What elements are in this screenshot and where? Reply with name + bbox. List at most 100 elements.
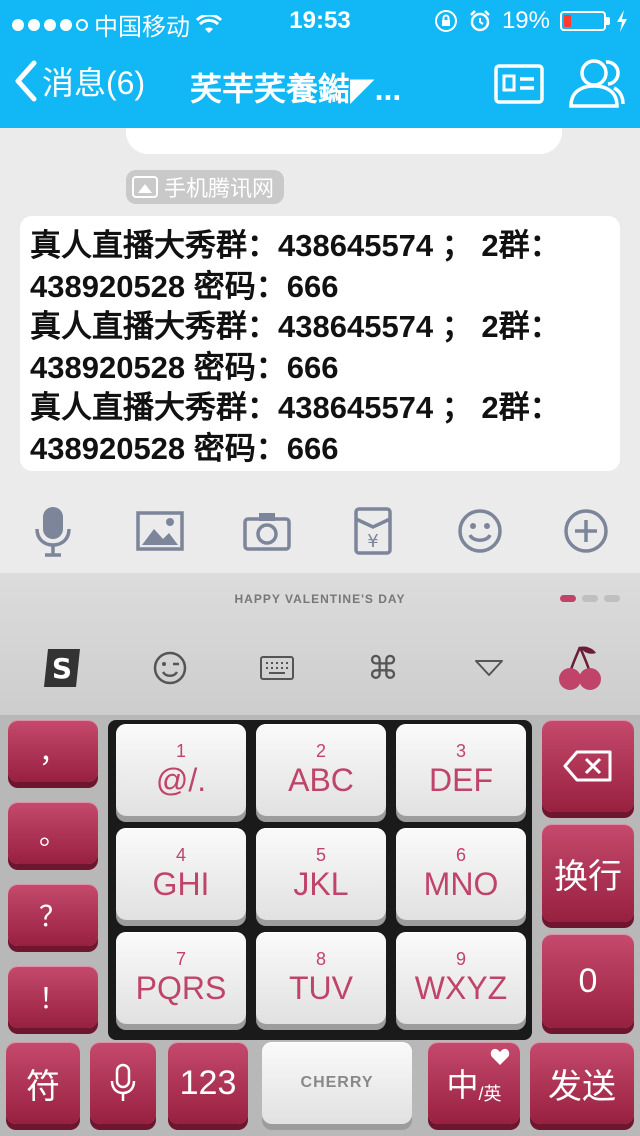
keyboard-header: HAPPY VALENTINE'S DAY S ⌘ <box>0 573 640 715</box>
key-number: 2 <box>315 741 326 761</box>
battery-percent: 19% <box>501 7 550 34</box>
chat-title: 芺芉芺養鐑◤... <box>190 71 402 107</box>
comma-key[interactable]: ， <box>8 720 98 782</box>
top-bar: 中国移动 19:53 19% 消息(6) 芺芉芺養鐑◤... <box>0 0 640 128</box>
input-toolbar: ¥ <box>0 491 640 573</box>
space-key-brand: CHERRY <box>300 1074 374 1091</box>
camera-icon <box>243 513 291 551</box>
camera-button[interactable] <box>239 503 295 559</box>
microphone-icon <box>35 507 71 557</box>
send-key[interactable]: 发送 <box>530 1042 634 1124</box>
keyboard-emoji-button[interactable] <box>145 643 195 693</box>
message-bubble[interactable]: 真人直播大秀群：438645574 ； 2群： 438920528 密码：666… <box>20 216 620 471</box>
back-label: 消息(6) <box>42 65 146 101</box>
chevron-left-icon <box>15 60 37 102</box>
collapse-keyboard-button[interactable] <box>464 643 514 693</box>
key-letters: MNO <box>423 866 499 902</box>
wink-face-icon <box>153 651 187 685</box>
group-icon <box>569 59 625 108</box>
photo-button[interactable] <box>132 503 188 559</box>
lang-sub-label: /英 <box>478 1084 502 1104</box>
source-tag-label: 手机腾讯网 <box>164 176 275 201</box>
exclamation-key[interactable]: ！ <box>8 966 98 1028</box>
key-number: 6 <box>455 845 466 865</box>
cherry-icon <box>559 646 601 690</box>
symbol-key[interactable]: 符 <box>6 1042 80 1124</box>
more-button[interactable] <box>558 503 614 559</box>
chat-area[interactable]: 手机腾讯网 真人直播大秀群：438645574 ； 2群： 438920528 … <box>0 128 640 573</box>
key-3[interactable]: 3 DEF <box>396 724 526 816</box>
key-number: 8 <box>315 949 326 969</box>
key-7[interactable]: 7 PQRS <box>116 932 246 1024</box>
red-packet-button[interactable]: ¥ <box>345 503 401 559</box>
key-letters: DEF <box>429 762 493 798</box>
sogou-logo-icon: S <box>44 649 80 687</box>
backspace-key[interactable] <box>542 720 634 812</box>
key-letters: GHI <box>152 866 210 902</box>
key-1[interactable]: 1 @/. <box>116 724 246 816</box>
key-number: 4 <box>175 845 186 865</box>
key-2[interactable]: 2 ABC <box>256 724 386 816</box>
image-icon <box>132 176 158 198</box>
picture-icon <box>136 511 184 551</box>
group-members-button[interactable] <box>568 56 626 115</box>
key-9[interactable]: 9 WXYZ <box>396 932 526 1024</box>
keyboard-theme-title: HAPPY VALENTINE'S DAY <box>234 592 406 606</box>
key-4[interactable]: 4 GHI <box>116 828 246 920</box>
key-letters: PQRS <box>135 970 227 1006</box>
key-number: 1 <box>175 741 186 761</box>
chevron-down-icon <box>475 660 503 676</box>
previous-message-bubble[interactable] <box>126 128 562 154</box>
key-letters: TUV <box>289 970 353 1006</box>
key-6[interactable]: 6 MNO <box>396 828 526 920</box>
svg-text:¥: ¥ <box>367 531 378 552</box>
page-indicator <box>560 595 620 602</box>
key-8[interactable]: 8 TUV <box>256 932 386 1024</box>
message-line: 真人直播大秀群：438645574 ； 2群： <box>30 228 561 263</box>
keyboard: HAPPY VALENTINE'S DAY S ⌘ ， 。 ？ ！ 1 @/. 2… <box>0 573 640 1136</box>
key-number: 5 <box>315 845 326 865</box>
back-button[interactable]: 消息(6) <box>14 58 145 104</box>
source-tag[interactable]: 手机腾讯网 <box>126 170 285 204</box>
period-key[interactable]: 。 <box>8 802 98 864</box>
emoji-button[interactable] <box>452 503 508 559</box>
question-key[interactable]: ？ <box>8 884 98 946</box>
sogou-logo-button[interactable]: S <box>38 643 88 693</box>
lang-main-label: 中 <box>446 1067 479 1103</box>
alarm-icon <box>470 10 490 32</box>
keyboard-layout-button[interactable] <box>252 643 302 693</box>
message-line: 438920528 密码：666 <box>30 268 339 304</box>
space-key[interactable]: CHERRY <box>262 1042 412 1124</box>
skin-button[interactable] <box>555 643 605 693</box>
key-letters: @/. <box>155 762 207 798</box>
svg-text:S: S <box>52 652 72 685</box>
smiley-icon <box>458 509 502 553</box>
key-5[interactable]: 5 JKL <box>256 828 386 920</box>
key-letters: WXYZ <box>414 970 508 1006</box>
voice-input-key[interactable] <box>90 1042 156 1124</box>
key-number: 9 <box>455 949 466 969</box>
charging-icon <box>617 10 627 32</box>
enter-key[interactable]: 换行 <box>542 824 634 922</box>
profile-card-button[interactable] <box>494 64 544 109</box>
key-number: 3 <box>455 741 466 761</box>
battery-fill <box>564 15 571 27</box>
number-mode-key[interactable]: 123 <box>168 1042 248 1124</box>
message-line: 真人直播大秀群：438645574 ； 2群： <box>30 390 561 425</box>
command-icon: ⌘ <box>367 650 399 686</box>
message-line: 真人直播大秀群：438645574 ； 2群： <box>30 309 561 344</box>
battery-icon <box>560 11 610 31</box>
zero-key[interactable]: 0 <box>542 934 634 1028</box>
navigation-bar: 消息(6) 芺芉芺養鐑◤... <box>0 40 640 128</box>
microphone-icon <box>110 1063 136 1101</box>
red-packet-icon: ¥ <box>354 507 392 555</box>
command-button[interactable]: ⌘ <box>358 643 408 693</box>
voice-button[interactable] <box>25 503 81 559</box>
heart-icon <box>490 1048 510 1065</box>
language-toggle-key[interactable]: 中 /英 <box>428 1042 520 1124</box>
key-letters: JKL <box>293 866 349 902</box>
plus-circle-icon <box>564 509 608 553</box>
rotation-lock-icon <box>434 10 457 32</box>
keyboard-icon <box>260 656 294 680</box>
message-line: 438920528 密码：666 <box>30 349 339 385</box>
